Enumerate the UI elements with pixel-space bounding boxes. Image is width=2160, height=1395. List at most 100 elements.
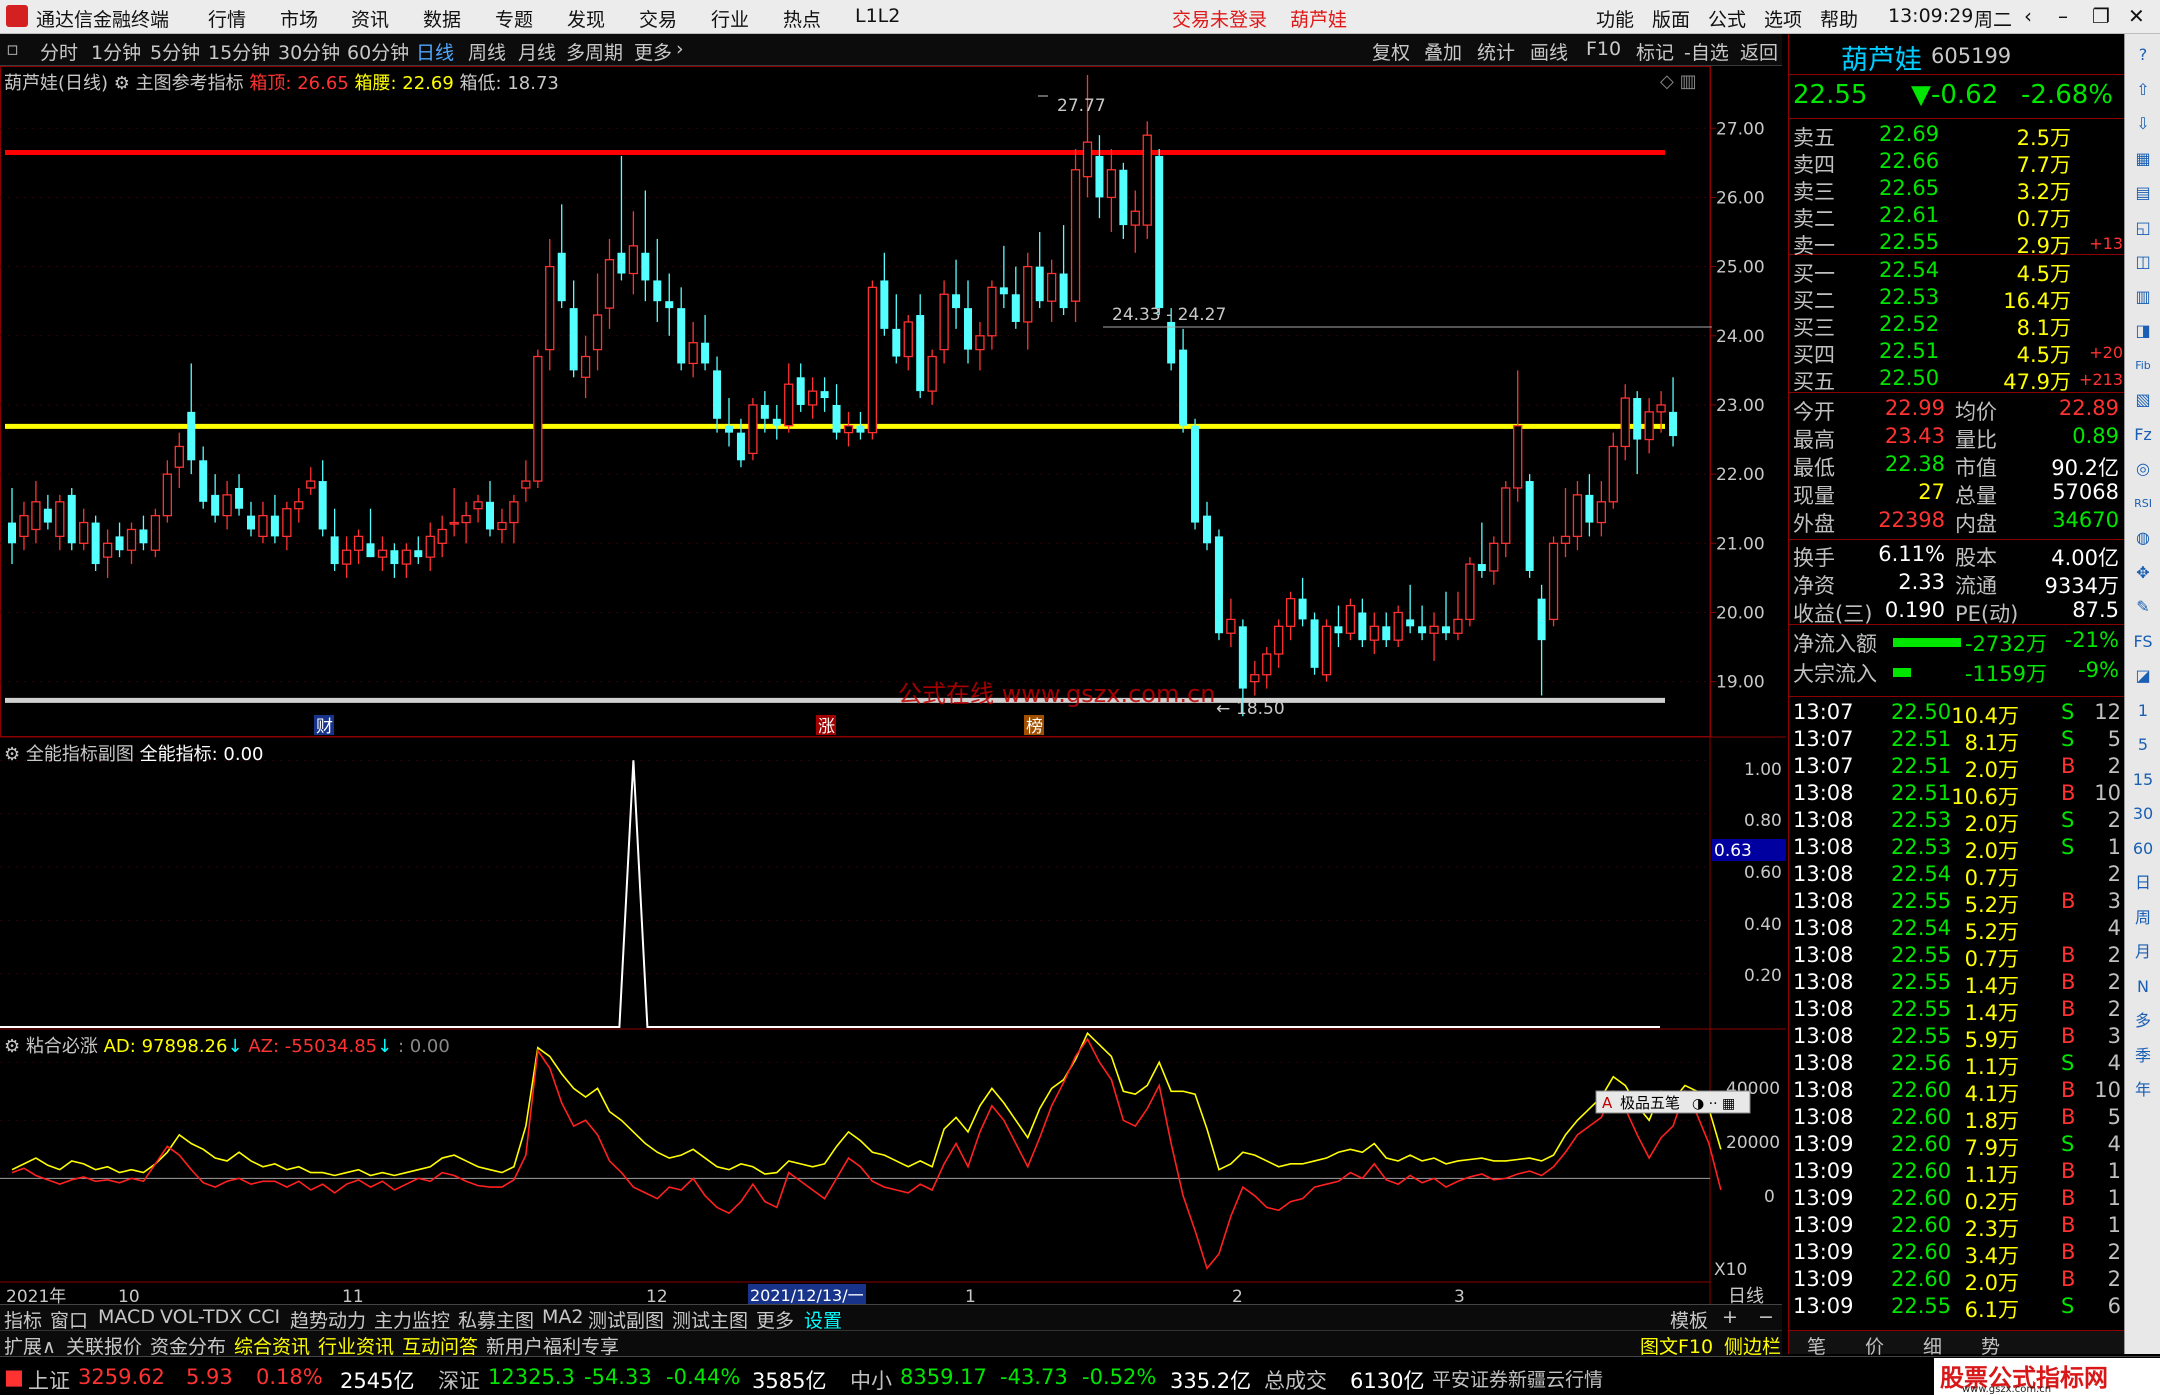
bid-row-2[interactable]: 买三 22.52 8.1万 (1789, 312, 2125, 340)
close-icon[interactable]: ✕ (2128, 4, 2145, 28)
candle-1[interactable] (19, 514, 29, 538)
candle-23[interactable] (282, 508, 292, 538)
sub2-settings-icon[interactable]: ⚙ (4, 1036, 26, 1057)
menu-item-6[interactable]: 交易 (639, 5, 677, 32)
candle-27[interactable] (330, 536, 339, 565)
stat-row-3[interactable]: 现量 27 总量 57068 (1789, 480, 2125, 508)
candle-34[interactable] (414, 550, 423, 558)
candle-101[interactable] (1214, 536, 1223, 634)
sub1-title[interactable]: 全能指标副图 (26, 744, 134, 765)
bid-row-0[interactable]: 买一 22.54 4.5万 (1789, 258, 2125, 286)
period-0[interactable]: 分时 (40, 38, 78, 65)
pbar-right-6[interactable]: -自选 (1684, 38, 1729, 65)
candle-29[interactable] (353, 535, 364, 551)
candle-63[interactable] (760, 404, 769, 419)
sub2-plot[interactable] (0, 1031, 1722, 1271)
qtab-0[interactable]: 笔 (1807, 1332, 1826, 1359)
pbar-right-3[interactable]: 画线 (1530, 38, 1568, 65)
tool-icon-12[interactable]: ◎ (2130, 456, 2156, 482)
candle-2[interactable] (31, 501, 41, 531)
candle-75[interactable] (903, 321, 913, 358)
sub1-plot[interactable] (0, 759, 1710, 1028)
back-icon[interactable]: ‹ (2024, 4, 2032, 28)
period-8[interactable]: 月线 (518, 38, 556, 65)
tick-row-17[interactable]: 13:09 22.60 1.1万 B 1 (1789, 1159, 2125, 1187)
btab-2[interactable]: MACD (98, 1306, 155, 1328)
tool-icon-19[interactable]: 1 (2130, 698, 2156, 724)
itab-0[interactable]: 扩展∧ (4, 1332, 56, 1359)
candle-9[interactable] (115, 536, 124, 551)
candle-58[interactable] (701, 342, 710, 364)
candle-3[interactable] (43, 508, 52, 523)
candle-24[interactable] (294, 501, 304, 510)
sz-label[interactable]: 深证 (438, 1365, 480, 1395)
menu-item-0[interactable]: 行情 (208, 5, 246, 32)
tool-icon-17[interactable]: FS (2130, 629, 2156, 655)
tick-row-3[interactable]: 13:08 22.51 10.6万 B 10 (1789, 781, 2125, 809)
candle-122[interactable] (1465, 563, 1475, 621)
candle-131[interactable] (1572, 494, 1583, 538)
tool-icon-5[interactable]: ◱ (2130, 215, 2156, 241)
tool-icon-26[interactable]: 月 (2130, 939, 2156, 965)
tick-row-6[interactable]: 13:08 22.54 0.7万 2 (1789, 862, 2125, 890)
tool-icon-0[interactable]: ? (2130, 42, 2156, 68)
marker-bang[interactable]: 榜 (1026, 717, 1043, 737)
candle-113[interactable] (1358, 612, 1367, 641)
period-7[interactable]: 周线 (468, 38, 506, 65)
tool-icon-14[interactable]: ◍ (2130, 525, 2156, 551)
candle-72[interactable] (867, 286, 878, 434)
candle-16[interactable] (199, 460, 208, 502)
btab-11[interactable]: 更多 (756, 1306, 794, 1333)
pbar-right-0[interactable]: 复权 (1372, 38, 1410, 65)
candle-49[interactable] (592, 314, 603, 351)
tool-icon-29[interactable]: 季 (2130, 1043, 2156, 1069)
period-2[interactable]: 5分钟 (150, 38, 200, 65)
stat2-row-0[interactable]: 换手 6.11% 股本 4.00亿 (1789, 542, 2125, 570)
candle-20[interactable] (247, 515, 255, 530)
qtab-2[interactable]: 细 (1923, 1332, 1942, 1359)
ask-row-0[interactable]: 卖五 22.69 2.5万 (1789, 122, 2125, 150)
main-panel-controls[interactable]: ◇ ▥ (1660, 71, 1697, 92)
candle-17[interactable] (211, 494, 220, 516)
marker-cai[interactable]: 财 (316, 717, 333, 737)
candle-64[interactable] (772, 418, 781, 426)
menu-item-3[interactable]: 数据 (423, 5, 461, 32)
menu-right-0[interactable]: 功能 (1596, 5, 1634, 32)
tool-icon-24[interactable]: 日 (2130, 870, 2156, 896)
candle-32[interactable] (390, 550, 399, 565)
template-button[interactable]: 模板 (1670, 1306, 1708, 1333)
period-6[interactable]: 日线 (416, 38, 454, 65)
tick-row-12[interactable]: 13:08 22.55 5.9万 B 3 (1789, 1024, 2125, 1052)
tick-row-1[interactable]: 13:07 22.51 8.1万 S 5 (1789, 727, 2125, 755)
candle-121[interactable] (1453, 618, 1463, 634)
tick-row-22[interactable]: 13:09 22.55 6.1万 S 6 (1789, 1294, 2125, 1322)
ask-row-2[interactable]: 卖三 22.65 3.2万 (1789, 176, 2125, 204)
chart-area[interactable]: 27.0026.0025.0024.0023.0022.0021.0020.00… (0, 66, 1786, 1304)
candle-13[interactable] (162, 473, 173, 517)
candle-73[interactable] (880, 280, 889, 329)
tick-row-18[interactable]: 13:09 22.60 0.2万 B 1 (1789, 1186, 2125, 1214)
candle-76[interactable] (916, 315, 925, 392)
stat2-row-1[interactable]: 净资 2.33 流通 9334万 (1789, 570, 2125, 598)
tick-row-0[interactable]: 13:07 22.50 10.4万 S 12 (1789, 700, 2125, 728)
tool-icon-4[interactable]: ▤ (2130, 180, 2156, 206)
candle-74[interactable] (892, 328, 901, 357)
stock-period[interactable]: 葫芦娃(日线) (4, 73, 108, 94)
candle-10[interactable] (126, 528, 137, 551)
candle-38[interactable] (461, 514, 471, 524)
tick-row-8[interactable]: 13:08 22.54 5.2万 4 (1789, 916, 2125, 944)
menu-item-8[interactable]: 热点 (783, 5, 821, 32)
candle-139[interactable] (1669, 411, 1678, 437)
pbar-right-1[interactable]: 叠加 (1424, 38, 1462, 65)
candle-86[interactable] (1035, 266, 1044, 302)
candle-118[interactable] (1418, 626, 1427, 634)
menu-item-4[interactable]: 专题 (495, 5, 533, 32)
candle-80[interactable] (964, 308, 972, 350)
menu-item-1[interactable]: 市场 (280, 5, 318, 32)
candle-4[interactable] (55, 501, 65, 538)
tick-row-16[interactable]: 13:09 22.60 7.9万 S 4 (1789, 1132, 2125, 1160)
candle-12[interactable] (150, 514, 161, 551)
menu-item-5[interactable]: 发现 (567, 5, 605, 32)
tool-icon-6[interactable]: ◫ (2130, 249, 2156, 275)
ask-row-3[interactable]: 卖二 22.61 0.7万 (1789, 203, 2125, 231)
